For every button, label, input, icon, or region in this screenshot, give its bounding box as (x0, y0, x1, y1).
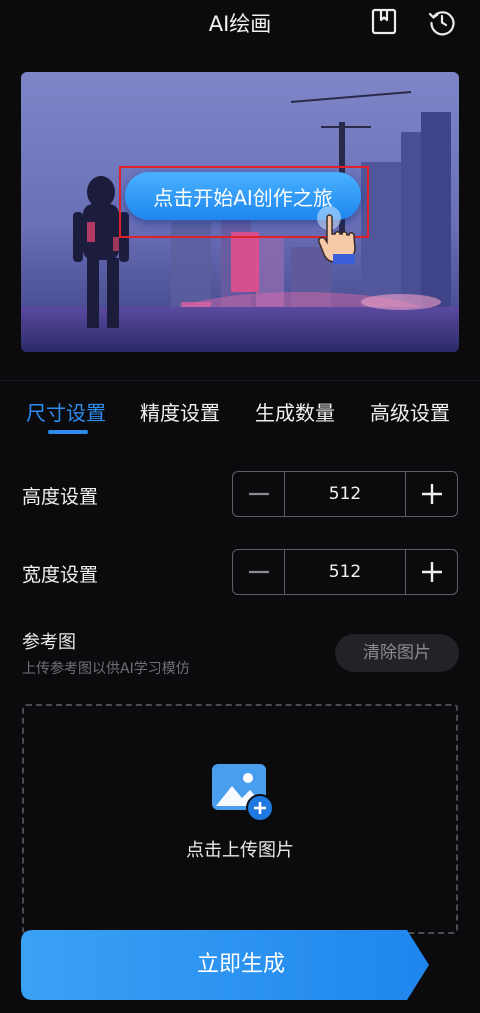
plus-icon (421, 562, 442, 582)
bookmark-icon[interactable] (370, 8, 398, 36)
width-increment-button[interactable] (405, 550, 457, 594)
tab-precision[interactable]: 精度设置 (140, 397, 220, 426)
history-icon[interactable] (428, 8, 456, 36)
minus-icon (248, 492, 269, 496)
pointing-hand-icon (311, 204, 363, 264)
settings-tabs: 尺寸设置 精度设置 生成数量 高级设置 (0, 380, 480, 440)
add-image-icon (210, 762, 276, 824)
generate-now-label: 立即生成 (196, 952, 285, 977)
height-increment-button[interactable] (405, 472, 457, 516)
width-decrement-button[interactable] (233, 550, 285, 594)
height-stepper: 512 (232, 471, 458, 517)
width-setting-label: 宽度设置 (22, 564, 99, 586)
tab-quantity[interactable]: 生成数量 (255, 397, 335, 426)
upload-image-label: 点击上传图片 (186, 840, 294, 861)
reference-image-subtitle: 上传参考图以供AI学习模仿 (22, 661, 190, 677)
clear-image-button[interactable]: 清除图片 (335, 634, 459, 672)
hero-banner[interactable]: 点击开始AI创作之旅 (21, 72, 459, 352)
tab-size[interactable]: 尺寸设置 (26, 397, 106, 426)
height-value[interactable]: 512 (286, 472, 404, 516)
generate-now-button[interactable]: 立即生成 (21, 930, 461, 1000)
plus-icon (421, 484, 442, 504)
width-value[interactable]: 512 (286, 550, 404, 594)
height-setting-label: 高度设置 (22, 486, 99, 508)
top-bar: AI绘画 (0, 0, 480, 46)
reference-image-title: 参考图 (22, 632, 76, 653)
minus-icon (248, 570, 269, 574)
upload-image-area[interactable]: 点击上传图片 (22, 704, 458, 934)
tab-advanced[interactable]: 高级设置 (370, 397, 450, 426)
page-title: AI绘画 (208, 12, 272, 36)
active-tab-indicator (48, 430, 88, 434)
height-decrement-button[interactable] (233, 472, 285, 516)
width-stepper: 512 (232, 549, 458, 595)
